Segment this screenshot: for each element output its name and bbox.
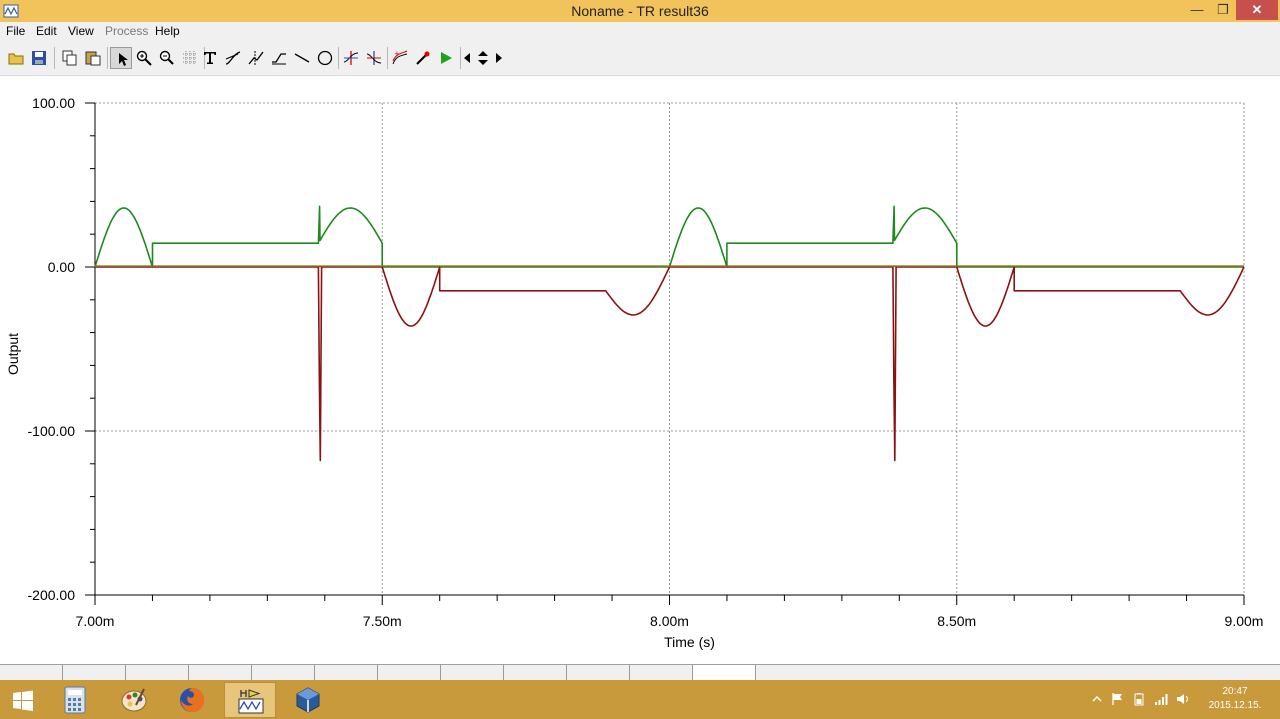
- y-axis-title: Output: [5, 333, 21, 375]
- scroll-left-icon[interactable]: [461, 47, 473, 69]
- menu-process[interactable]: Process: [105, 24, 148, 38]
- curve-tab[interactable]: [0, 665, 63, 680]
- y-tick-label: 100.00: [32, 95, 75, 111]
- pointer-icon[interactable]: [110, 47, 132, 69]
- curve-tab[interactable]: [504, 665, 567, 680]
- menu-bar: File Edit View Process Help: [0, 22, 1280, 41]
- taskbar: [0, 680, 1280, 719]
- add-curve-icon[interactable]: +: [389, 47, 411, 69]
- menu-file[interactable]: File: [6, 24, 25, 38]
- windows-start-icon[interactable]: [0, 682, 46, 718]
- menu-help[interactable]: Help: [155, 24, 180, 38]
- show-hidden-icons-icon[interactable]: [1090, 692, 1104, 706]
- x-tick-label: 9.00m: [1225, 613, 1264, 629]
- y-tick-label: -200.00: [28, 587, 76, 603]
- curve-tab[interactable]: [378, 665, 441, 680]
- paint-icon[interactable]: [108, 682, 160, 718]
- x-axis-title: Time (s): [664, 634, 715, 650]
- minimize-button[interactable]: —: [1184, 0, 1210, 20]
- cursor-a-icon[interactable]: [340, 47, 362, 69]
- scroll-right-icon[interactable]: [493, 47, 505, 69]
- cursor-line-icon[interactable]: [245, 47, 267, 69]
- ramp-icon[interactable]: [268, 47, 290, 69]
- menu-edit[interactable]: Edit: [36, 24, 57, 38]
- curve-tab-strip: [0, 664, 1280, 681]
- firefox-icon[interactable]: [166, 682, 218, 718]
- probe-icon[interactable]: [412, 47, 434, 69]
- volume-icon[interactable]: [1176, 692, 1190, 706]
- y-tick-label: 0.00: [48, 259, 75, 275]
- text-tool-icon[interactable]: [199, 47, 221, 69]
- clock-time: 20:47: [1222, 686, 1248, 697]
- zoom-in-icon[interactable]: [133, 47, 155, 69]
- scroll-updown-icon[interactable]: [475, 47, 491, 69]
- clock-date: 2015.12.15.: [1208, 700, 1262, 711]
- ellipse-tool-icon[interactable]: [314, 47, 336, 69]
- x-tick-label: 7.50m: [363, 613, 402, 629]
- close-button[interactable]: ✕: [1236, 0, 1278, 20]
- run-icon[interactable]: [435, 47, 457, 69]
- x-tick-label: 8.50m: [937, 613, 976, 629]
- title-bar: Noname - TR result36 — ❐ ✕: [0, 0, 1280, 22]
- zoom-100-icon[interactable]: [156, 47, 178, 69]
- open-folder-icon[interactable]: [5, 47, 27, 69]
- x-tick-label: 8.00m: [650, 613, 689, 629]
- toolbar-separator: [54, 47, 55, 69]
- tangent-icon[interactable]: [222, 47, 244, 69]
- paste-icon[interactable]: [82, 47, 104, 69]
- toolbar: +: [0, 41, 1280, 76]
- save-disk-icon[interactable]: [28, 47, 50, 69]
- chart-area[interactable]: 100.00 0.00 -100.00 -200.00 7.00m 7.50m 8.00m 8…: [0, 76, 1280, 662]
- toolbar-separator: [387, 47, 388, 69]
- network-icon[interactable]: [1154, 692, 1168, 706]
- cursor-b-icon[interactable]: [363, 47, 385, 69]
- svg-text:+: +: [394, 50, 400, 58]
- system-clock[interactable]: 20:47 2015.12.15.: [1198, 685, 1272, 713]
- virtualbox-icon[interactable]: [282, 682, 334, 718]
- grid-icon[interactable]: [179, 47, 201, 69]
- curve-tab[interactable]: [315, 665, 378, 680]
- window-title: Noname - TR result36: [571, 3, 709, 19]
- maximize-button[interactable]: ❐: [1210, 0, 1236, 20]
- curve-tab[interactable]: [567, 665, 630, 680]
- toolbar-separator: [107, 47, 108, 69]
- copy-icon[interactable]: [59, 47, 81, 69]
- curve-tab[interactable]: [189, 665, 252, 680]
- curve-tab[interactable]: [126, 665, 189, 680]
- curve-tab[interactable]: [252, 665, 315, 680]
- power-icon[interactable]: [1132, 692, 1146, 706]
- toolbar-separator: [338, 47, 339, 69]
- curve-tab[interactable]: [63, 665, 126, 680]
- curve-tab[interactable]: [693, 665, 756, 680]
- x-tick-label: 7.00m: [76, 613, 115, 629]
- menu-view[interactable]: View: [68, 24, 94, 38]
- curve-tab[interactable]: [630, 665, 693, 680]
- y-tick-label: -100.00: [28, 423, 76, 439]
- tina-simulator-icon[interactable]: [224, 682, 276, 718]
- flag-icon[interactable]: [1110, 692, 1124, 706]
- transient-plot[interactable]: 100.00 0.00 -100.00 -200.007.00m 7.50m 8.00m 8…: [0, 76, 1280, 662]
- line-tool-icon[interactable]: [291, 47, 313, 69]
- curve-tab[interactable]: [441, 665, 504, 680]
- calculator-icon[interactable]: [50, 682, 102, 718]
